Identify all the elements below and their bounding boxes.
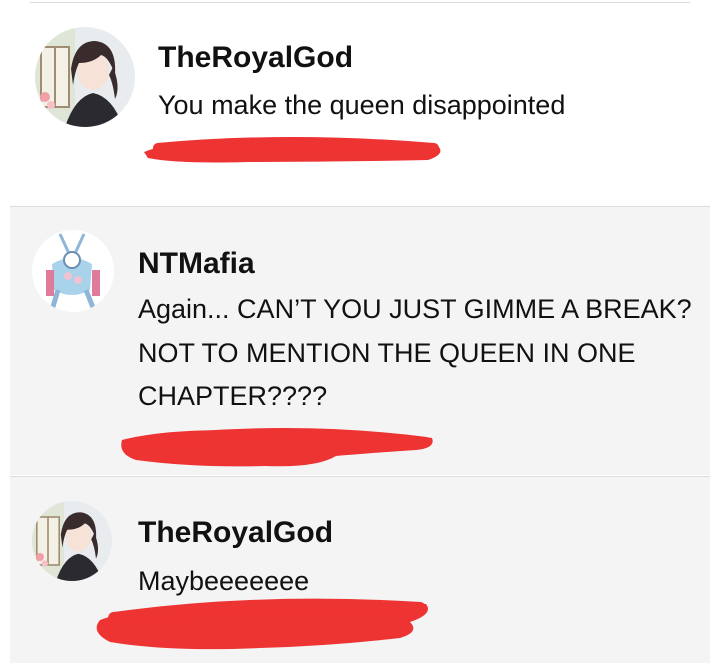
comment-card[interactable]: TheRoyalGod Maybeeeeeee	[10, 477, 710, 663]
comment-card[interactable]: NTMafia Again... CAN’T YOU JUST GIMME A …	[10, 207, 710, 475]
redaction-scribble	[121, 428, 433, 467]
comment-username[interactable]: NTMafia	[138, 247, 255, 281]
comment-text-line: Again... CAN’T YOU JUST GIMME A BREAK?	[138, 294, 692, 324]
anime-boy-avatar-icon[interactable]	[35, 27, 135, 127]
divider-top	[30, 2, 690, 3]
comment-text-line: CHAPTER????	[138, 381, 328, 411]
comment-username[interactable]: TheRoyalGod	[138, 516, 333, 550]
comment-card[interactable]: TheRoyalGod You make the queen disappoin…	[10, 4, 710, 186]
comment-username[interactable]: TheRoyalGod	[158, 41, 353, 75]
anime-boy-avatar-icon[interactable]	[32, 501, 112, 581]
comment-text-line: NOT TO MENTION THE QUEEN IN ONE	[138, 338, 636, 368]
stand-character-avatar-icon[interactable]	[32, 230, 114, 312]
comment-text: You make the queen disappointed	[158, 90, 566, 120]
redaction-scribble	[96, 598, 429, 650]
redaction-scribble	[144, 137, 441, 163]
